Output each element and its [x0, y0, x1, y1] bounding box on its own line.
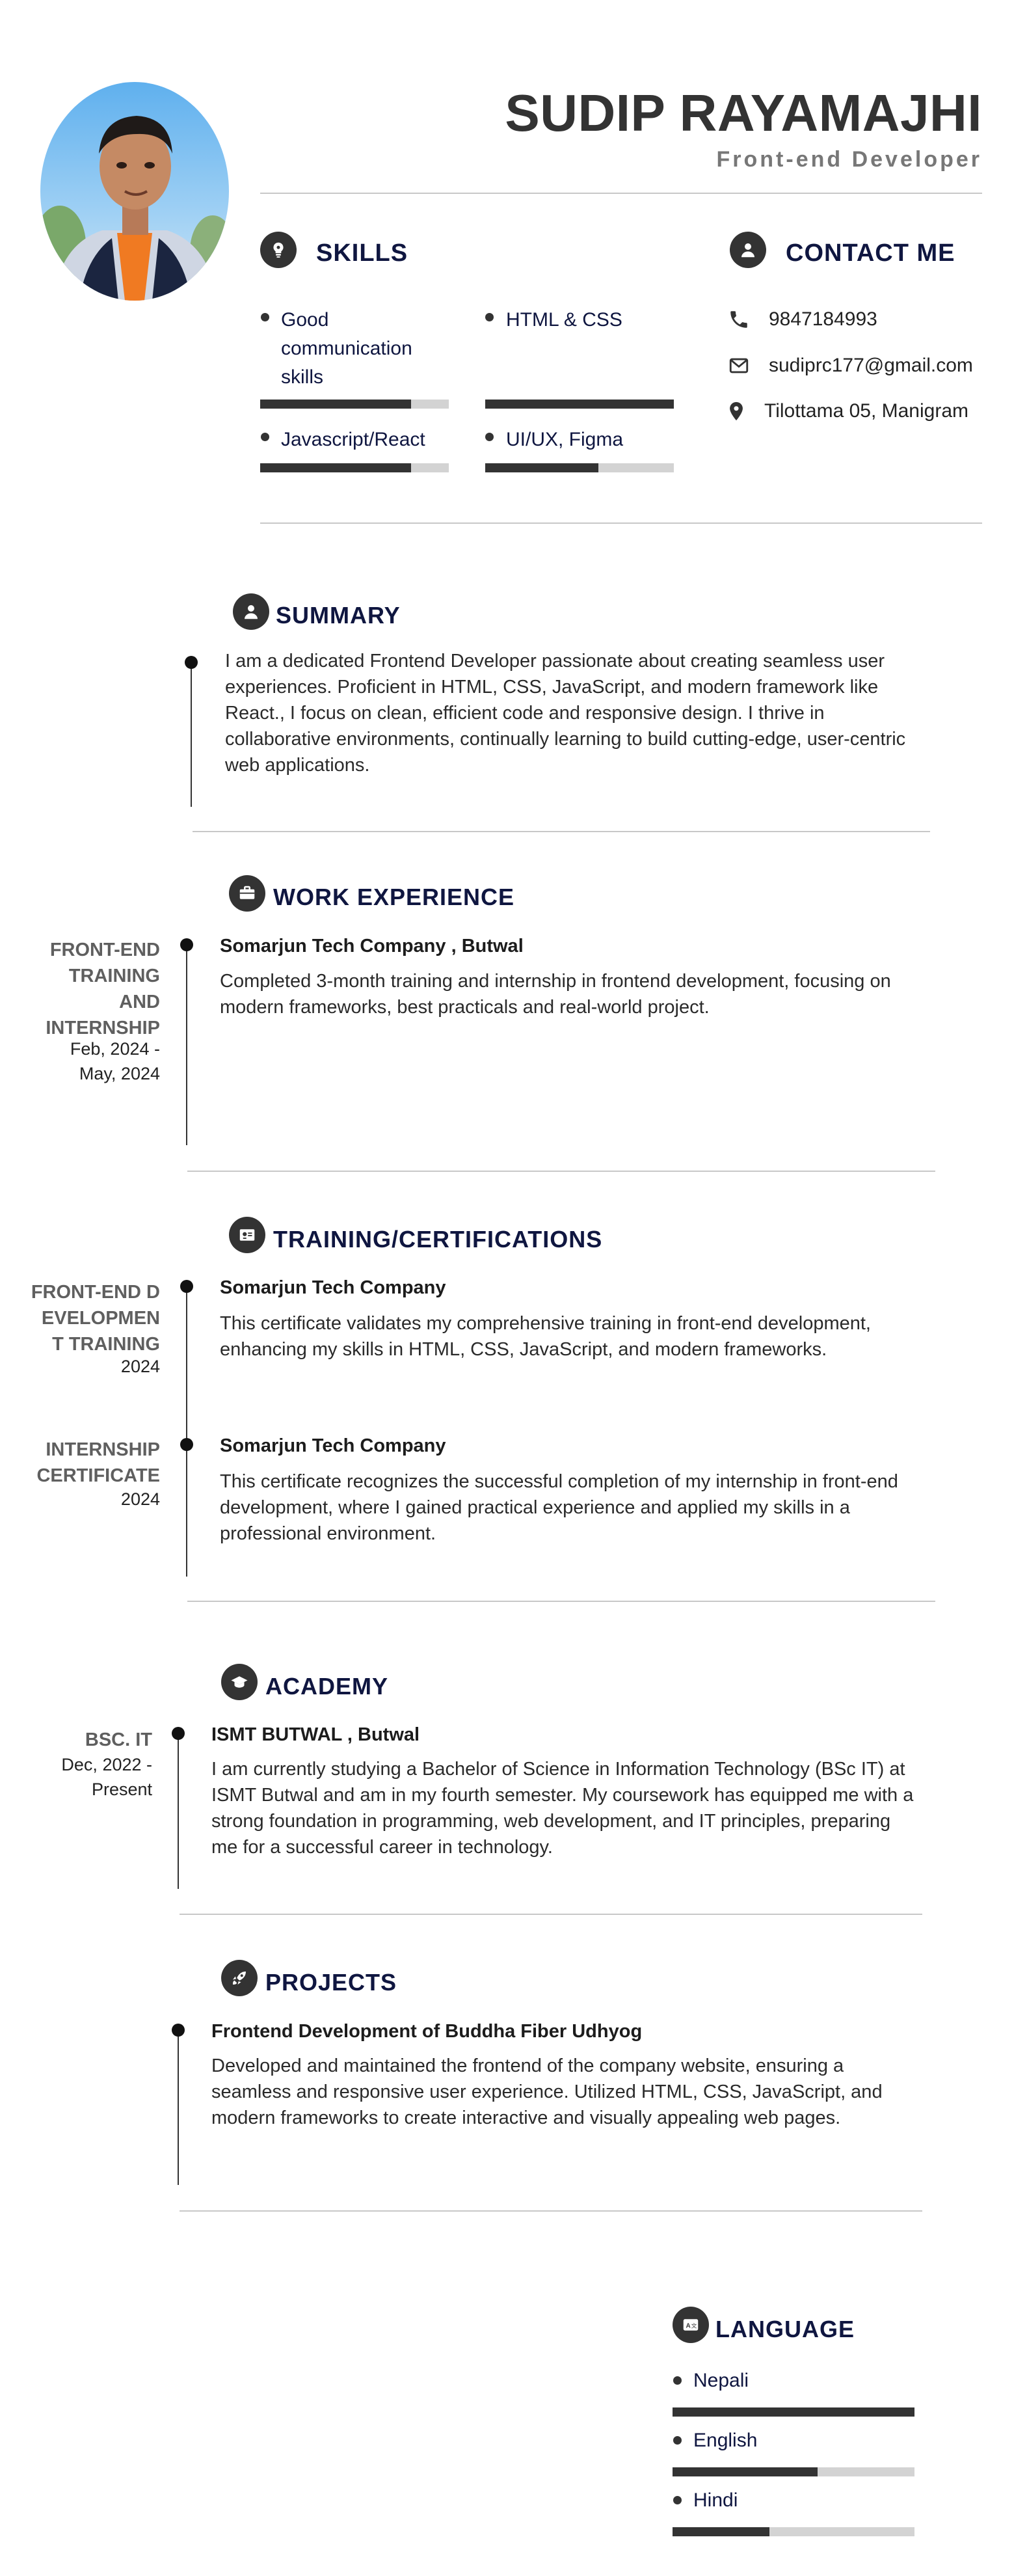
section-divider [187, 1171, 935, 1172]
training-date: 2024 [120, 1489, 160, 1509]
work-position: FRONT-END TRAINING AND INTERNSHIP [46, 940, 160, 1038]
language-label: Hindi [693, 2489, 738, 2511]
academy-school: ISMT BUTWAL , Butwal [211, 1724, 420, 1745]
academy-date: Dec, 2022 - Present [61, 1755, 152, 1799]
work-company: Somarjun Tech Company , Butwal [220, 936, 524, 956]
training-date: 2024 [120, 1357, 160, 1376]
training-description: This certificate recognizes the successf… [220, 1471, 898, 1544]
language-bar [673, 2467, 914, 2476]
contact-address: Tilottama 05, Manigram [764, 400, 969, 422]
full-name: SUDIP RAYAMAJHI [505, 84, 982, 142]
language-bullet [673, 2376, 682, 2385]
skill-bullet [261, 313, 269, 321]
timeline-line [178, 2029, 179, 2185]
timeline-dot [180, 1438, 193, 1451]
svg-text:A: A [686, 2322, 691, 2329]
skill-bullet [485, 313, 494, 321]
contact-phone[interactable]: 9847184993 [769, 308, 877, 331]
work-date: Feb, 2024 - May, 2024 [70, 1039, 160, 1083]
timeline-line [178, 1731, 179, 1889]
language-bullet [673, 2496, 682, 2504]
language-label: Nepali [693, 2370, 749, 2391]
timeline-line [191, 657, 192, 807]
skill-bar [260, 463, 449, 472]
skill-bar [485, 400, 674, 409]
timeline-line [186, 1285, 187, 1577]
work-title: WORK EXPERIENCE [273, 884, 515, 910]
timeline-line [186, 943, 187, 1145]
section-divider [187, 1601, 935, 1602]
language-label: English [693, 2430, 758, 2451]
briefcase-icon [229, 875, 265, 912]
skill-label: Good communication skills [281, 309, 412, 388]
academy-title: ACADEMY [265, 1673, 389, 1700]
section-divider [180, 2210, 922, 2212]
timeline-dot [185, 656, 198, 669]
project-description: Developed and maintained the frontend of… [211, 2055, 883, 2128]
location-pin-icon [730, 401, 743, 421]
training-company: Somarjun Tech Company [220, 1277, 446, 1298]
svg-text:文: 文 [691, 2322, 697, 2329]
training-position: FRONT-END DEVELOPMEN T TRAINING [31, 1282, 160, 1355]
academy-description: I am currently studying a Bachelor of Sc… [211, 1759, 914, 1858]
rocket-icon [221, 1960, 258, 1996]
user-icon [730, 232, 766, 268]
job-role: Front-end Developer [716, 147, 982, 172]
phone-icon [730, 311, 747, 328]
training-description: This certificate validates my comprehens… [220, 1313, 871, 1360]
header-divider [260, 193, 982, 194]
header-bottom-divider [260, 522, 982, 524]
envelope-icon [729, 358, 749, 373]
user-icon [233, 593, 269, 630]
skill-bar [260, 400, 449, 409]
section-divider [193, 831, 930, 832]
project-name: Frontend Development of Buddha Fiber Udh… [211, 2021, 643, 2042]
training-position: INTERNSHIP CERTIFICATE [36, 1439, 160, 1486]
profile-photo [40, 82, 229, 301]
language-bar [673, 2527, 914, 2536]
timeline-dot [172, 2024, 185, 2037]
timeline-dot [180, 1280, 193, 1293]
summary-title: SUMMARY [276, 602, 401, 629]
skill-bullet [261, 433, 269, 441]
certificate-icon [229, 1217, 265, 1253]
language-bar [673, 2407, 914, 2417]
academy-degree: BSC. IT [85, 1729, 152, 1750]
contact-email[interactable]: sudiprc177@gmail.com [769, 355, 973, 377]
language-bullet [673, 2436, 682, 2445]
skill-label: UI/UX, Figma [506, 429, 624, 450]
language-title: LANGUAGE [715, 2316, 855, 2342]
graduation-cap-icon [221, 1664, 258, 1700]
skills-title: SKILLS [316, 239, 408, 267]
section-divider [180, 1914, 922, 1915]
training-company: Somarjun Tech Company [220, 1435, 446, 1456]
training-title: TRAINING/CERTIFICATIONS [273, 1226, 603, 1253]
work-description: Completed 3-month training and internshi… [220, 971, 891, 1018]
projects-title: PROJECTS [265, 1969, 397, 1996]
contact-title: CONTACT ME [786, 239, 955, 267]
timeline-dot [180, 938, 193, 951]
language-icon: A文 [673, 2307, 709, 2343]
skill-label: Javascript/React [281, 429, 425, 450]
skill-bullet [485, 433, 494, 441]
lightbulb-icon [260, 232, 297, 268]
skill-bar [485, 463, 674, 472]
summary-text: I am a dedicated Frontend Developer pass… [225, 651, 906, 776]
timeline-dot [172, 1727, 185, 1740]
skill-label: HTML & CSS [506, 309, 622, 331]
